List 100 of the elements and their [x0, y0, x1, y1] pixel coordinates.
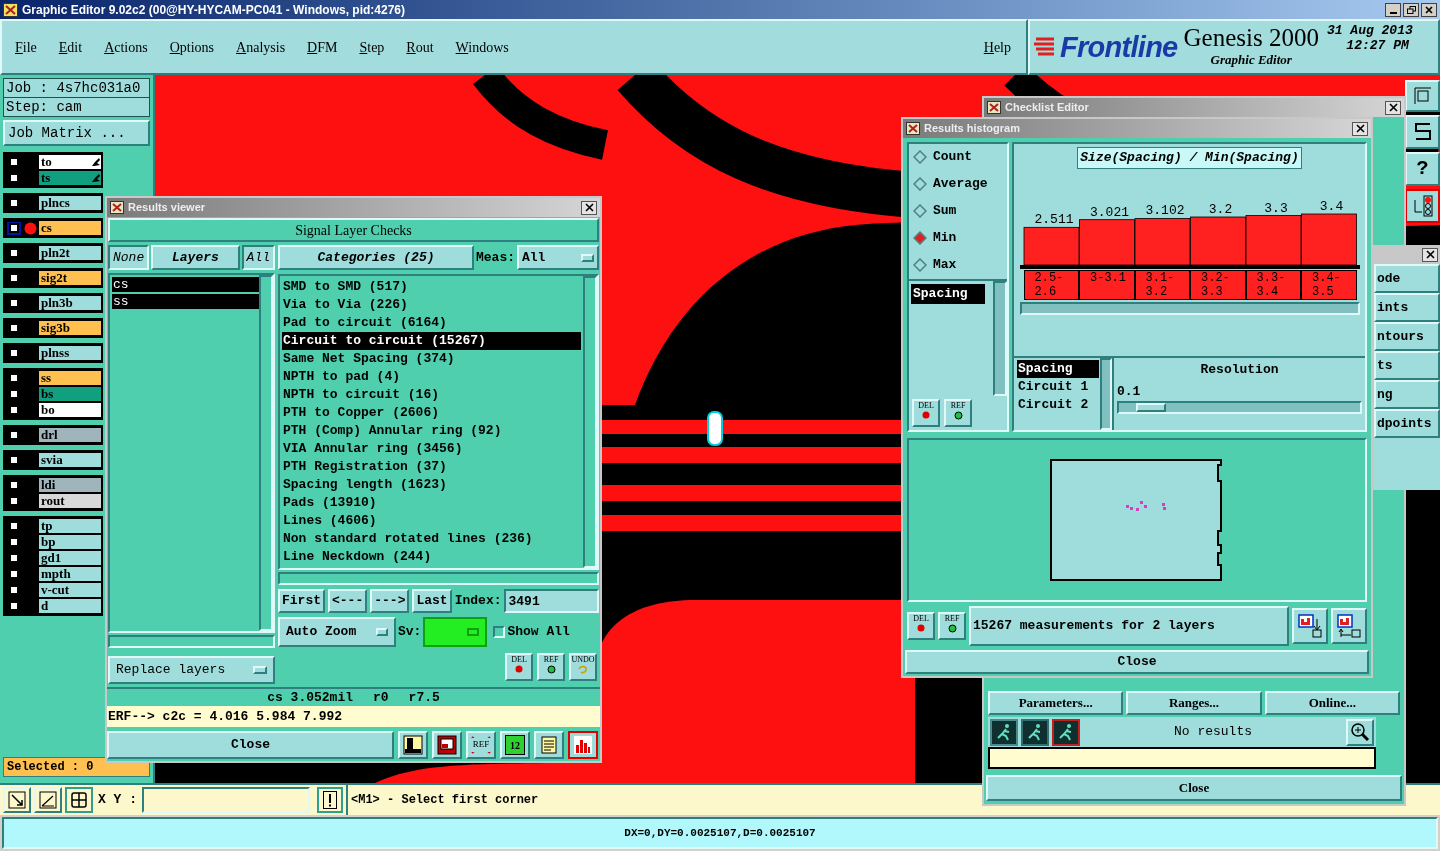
diamond-radio[interactable] — [913, 177, 927, 191]
dialog-button[interactable]: Online... — [1264, 691, 1400, 715]
close-button[interactable]: Close — [905, 650, 1369, 674]
close-button[interactable]: Close — [107, 731, 394, 760]
category-item[interactable]: Pad to circuit (6164) — [282, 314, 581, 332]
xy-input-field[interactable] — [142, 787, 310, 813]
replace-layers-dropdown[interactable]: Replace layers — [108, 656, 275, 685]
list-button[interactable]: ints — [1374, 293, 1440, 322]
show-all-checkbox[interactable] — [493, 626, 506, 638]
category-item[interactable]: Lines (4606) — [282, 512, 581, 530]
tool-button[interactable]: REF — [537, 653, 565, 681]
list-button[interactable]: ng — [1374, 380, 1440, 409]
list-item[interactable]: Circuit 1 — [1017, 378, 1100, 396]
category-item[interactable]: NPTH to circuit (16) — [282, 386, 581, 404]
tool-button[interactable]: DEL — [912, 399, 940, 427]
category-item[interactable]: PTH Registration (37) — [282, 458, 581, 476]
tool-button[interactable]: 12 — [500, 731, 530, 760]
category-item[interactable]: Via to Via (226) — [282, 296, 581, 314]
radio-option[interactable]: Sum — [913, 201, 1007, 221]
category-item[interactable]: NPTH to pad (4) — [282, 368, 581, 386]
resolution-slider[interactable] — [1117, 401, 1362, 414]
menu-item[interactable]: Actions — [104, 36, 148, 58]
menu-item[interactable]: File — [15, 36, 37, 58]
menu-item[interactable]: Step — [359, 36, 385, 58]
nav-button[interactable]: ---> — [370, 589, 410, 613]
close-button[interactable]: Close — [986, 775, 1402, 801]
nav-button[interactable]: First — [278, 589, 325, 613]
dialog-button[interactable]: Ranges... — [1126, 691, 1262, 715]
scrollbar[interactable] — [278, 572, 599, 585]
tool-button[interactable]: DEL — [505, 653, 533, 681]
job-matrix-button[interactable]: Job Matrix ... — [3, 120, 150, 146]
minimize-button[interactable] — [1385, 2, 1401, 17]
radio-option[interactable]: Min — [913, 228, 1007, 248]
radio-option[interactable]: Average — [913, 174, 1007, 194]
meas-dropdown[interactable]: All — [517, 245, 599, 270]
layer-tab[interactable]: None — [108, 245, 150, 270]
category-item[interactable]: Same Net Spacing (374) — [282, 350, 581, 368]
close-button[interactable] — [1352, 121, 1368, 136]
index-field[interactable]: 3491 — [504, 589, 599, 613]
zoom-button[interactable] — [1346, 718, 1374, 746]
category-item[interactable]: SMD to SMD (517) — [282, 278, 581, 296]
layer-row[interactable]: cs — [5, 220, 101, 236]
menu-item[interactable]: Help — [983, 36, 1011, 58]
tool-button[interactable] — [1405, 189, 1440, 223]
category-item[interactable]: Line Neckdown (244) — [282, 548, 581, 566]
list-button[interactable]: ntours — [1374, 322, 1440, 351]
auto-zoom-dropdown[interactable]: Auto Zoom — [278, 617, 396, 647]
tool-button[interactable]: REF — [944, 399, 972, 427]
diamond-radio[interactable] — [913, 231, 927, 245]
layer-tab[interactable]: All — [241, 245, 275, 270]
alert-button[interactable] — [317, 787, 343, 813]
tool-button[interactable] — [1021, 718, 1049, 746]
list-item[interactable]: cs — [112, 277, 259, 292]
category-item[interactable]: PTH to Copper (2606) — [282, 404, 581, 422]
scrollbar[interactable] — [993, 281, 1007, 396]
list-item[interactable]: Circuit 2 — [1017, 396, 1100, 414]
list-item[interactable]: Spacing — [1017, 360, 1099, 378]
list-button[interactable]: ts — [1374, 351, 1440, 380]
category-item[interactable]: VIA Annular ring (3456) — [282, 440, 581, 458]
menu-item[interactable]: Edit — [58, 36, 83, 58]
layer-tab[interactable]: Layers — [151, 245, 240, 270]
list-button[interactable]: dpoints — [1374, 409, 1440, 438]
menu-item[interactable]: Options — [169, 36, 215, 58]
scrollbar[interactable] — [108, 635, 275, 649]
menu-item[interactable]: Windows — [455, 36, 509, 58]
list-item[interactable]: Spacing — [911, 284, 985, 304]
tool-button[interactable]: DEL — [907, 612, 935, 640]
help-button[interactable]: ? — [1405, 152, 1440, 186]
list-button[interactable]: ode — [1374, 264, 1440, 293]
categories-button[interactable]: Categories (25) — [278, 245, 474, 270]
scrollbar[interactable] — [1019, 301, 1360, 315]
menu-item[interactable]: DFM — [307, 36, 338, 58]
slider-thumb[interactable] — [1135, 403, 1166, 412]
category-item[interactable]: Non standard rotated lines (236) — [282, 530, 581, 548]
menu-item[interactable]: Rout — [406, 36, 434, 58]
scrollbar[interactable] — [583, 276, 597, 568]
tool-button[interactable]: REF — [938, 612, 966, 640]
tool-button[interactable]: UNDO — [569, 653, 597, 681]
close-button[interactable] — [1422, 247, 1438, 262]
tool-button[interactable] — [65, 787, 93, 813]
close-button[interactable] — [1421, 2, 1437, 17]
scrollbar[interactable] — [1100, 358, 1112, 430]
list-item[interactable]: ss — [112, 294, 259, 309]
category-item[interactable]: PTH (Comp) Annular ring (92) — [282, 422, 581, 440]
category-item[interactable]: Circuit to circuit (15267) — [282, 332, 581, 350]
menu-item[interactable]: Analysis — [236, 36, 286, 58]
diamond-radio[interactable] — [913, 258, 927, 272]
category-item[interactable]: Spacing length (1623) — [282, 476, 581, 494]
close-button[interactable] — [581, 200, 597, 215]
radio-option[interactable]: Count — [913, 147, 1007, 167]
diamond-radio[interactable] — [913, 204, 927, 218]
scrollbar[interactable] — [259, 275, 273, 632]
close-button[interactable] — [1385, 100, 1401, 115]
nav-button[interactable]: Last — [412, 589, 452, 613]
restore-button[interactable] — [1403, 2, 1419, 17]
category-item[interactable]: Pads (13910) — [282, 494, 581, 512]
layer-checkbox[interactable] — [7, 221, 21, 235]
nav-button[interactable]: <--- — [328, 589, 368, 613]
tool-button[interactable] — [990, 718, 1018, 746]
radio-option[interactable]: Max — [913, 255, 1007, 275]
